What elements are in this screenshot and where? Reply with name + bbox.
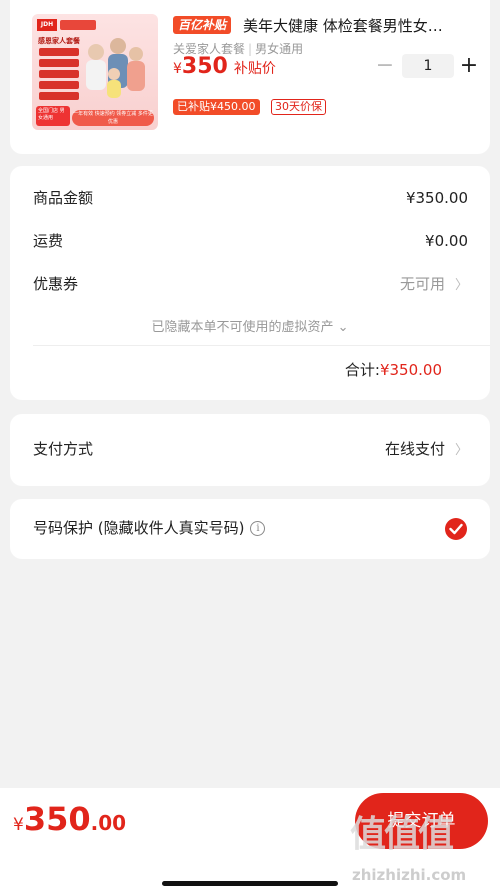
thumbnail-band: 一年有效 快速预约 领券立减 多件更优惠 [72, 110, 154, 126]
price-label: 补贴价 [233, 61, 276, 77]
shipping-label: 运费 [33, 232, 64, 250]
thumbnail-feature-pill [39, 70, 79, 78]
product-price: ¥350 补贴价 [173, 54, 276, 79]
thumbnail-tag: 全国门店 男女通用 [36, 106, 70, 126]
thumbnail-feature-pill [39, 92, 79, 100]
watermark-url: zhizhizhi.com [352, 866, 467, 884]
goods-amount-value: ¥350.00 [405, 189, 468, 207]
payment-method-row[interactable]: 支付方式 在线支付〉 [33, 438, 468, 460]
subsidy-badge: 百亿补贴 [173, 16, 232, 34]
total-value: ¥350.00 [379, 361, 442, 379]
goods-amount-label: 商品金额 [33, 189, 94, 207]
increase-quantity-button[interactable]: + [458, 52, 480, 80]
order-total: 合计:¥350.00 [345, 359, 442, 380]
divider [33, 345, 490, 346]
home-indicator [162, 881, 338, 886]
info-icon[interactable]: i [250, 521, 266, 536]
coupon-row[interactable]: 优惠券 无可用〉 [33, 273, 468, 295]
shipping-value: ¥0.00 [425, 232, 468, 250]
payment-method-label: 支付方式 [33, 440, 94, 458]
thumbnail-feature-pill [39, 81, 79, 89]
jdh-logo: JDH [37, 19, 57, 31]
thumbnail-feature-pill [39, 59, 79, 67]
submit-order-button[interactable]: 提交订单 [355, 793, 488, 849]
total-label: 合计: [344, 361, 380, 379]
coupon-label: 优惠券 [33, 275, 79, 293]
decrease-quantity-button[interactable]: − [374, 52, 396, 80]
payment-method-value: 在线支付 [384, 440, 445, 458]
quantity-input[interactable]: 1 [402, 54, 454, 78]
number-protection-label: 号码保护 (隐藏收件人真实号码) [33, 519, 245, 537]
product-title[interactable]: 美年大健康 体检套餐男性女… [243, 15, 483, 36]
family-photo-icon [86, 38, 145, 98]
payment-method-card[interactable]: 支付方式 在线支付〉 [10, 414, 490, 486]
number-protection-card: 号码保护 (隐藏收件人真实号码) i [10, 499, 490, 559]
checkout-currency: ¥ [13, 815, 24, 835]
price-summary-card: 商品金额 ¥350.00 运费 ¥0.00 优惠券 无可用〉 已隐藏本单不可使用… [10, 166, 490, 400]
product-thumbnail[interactable]: JDH 感恩家人套餐 全国门店 男女通用 一年有效 快速预约 领券立减 多件更优… [32, 14, 158, 130]
coupon-value: 无可用 [399, 275, 445, 293]
thumbnail-feature-pill [39, 48, 79, 56]
hidden-assets-toggle[interactable]: 已隐藏本单不可使用的虚拟资产 ⌄ [10, 316, 490, 335]
number-protection-checkbox[interactable] [445, 518, 467, 540]
coupon-value-wrap: 无可用〉 [400, 273, 468, 297]
partner-logo [60, 20, 96, 30]
price-guarantee-tag: 30天价保 [271, 99, 326, 115]
price-currency: ¥ [173, 61, 182, 77]
product-card: JDH 感恩家人套餐 全国门店 男女通用 一年有效 快速预约 领券立减 多件更优… [10, 0, 490, 154]
checkout-total-int: 350 [23, 800, 91, 838]
subsidy-amount-tag: 已补贴¥450.00 [173, 99, 260, 115]
checkout-total-dec: .00 [90, 811, 127, 835]
chevron-right-icon: 〉 [454, 278, 468, 293]
shipping-row: 运费 ¥0.00 [33, 230, 468, 252]
checkout-total: ¥350.00 [13, 800, 126, 838]
checkmark-icon [449, 523, 463, 535]
price-value: 350 [181, 54, 228, 79]
quantity-stepper: − 1 + [370, 52, 482, 80]
number-protection-row: 号码保护 (隐藏收件人真实号码) i [33, 517, 266, 539]
payment-method-value-wrap: 在线支付〉 [385, 438, 468, 462]
chevron-right-icon: 〉 [454, 443, 468, 458]
goods-amount-row: 商品金额 ¥350.00 [33, 187, 468, 209]
